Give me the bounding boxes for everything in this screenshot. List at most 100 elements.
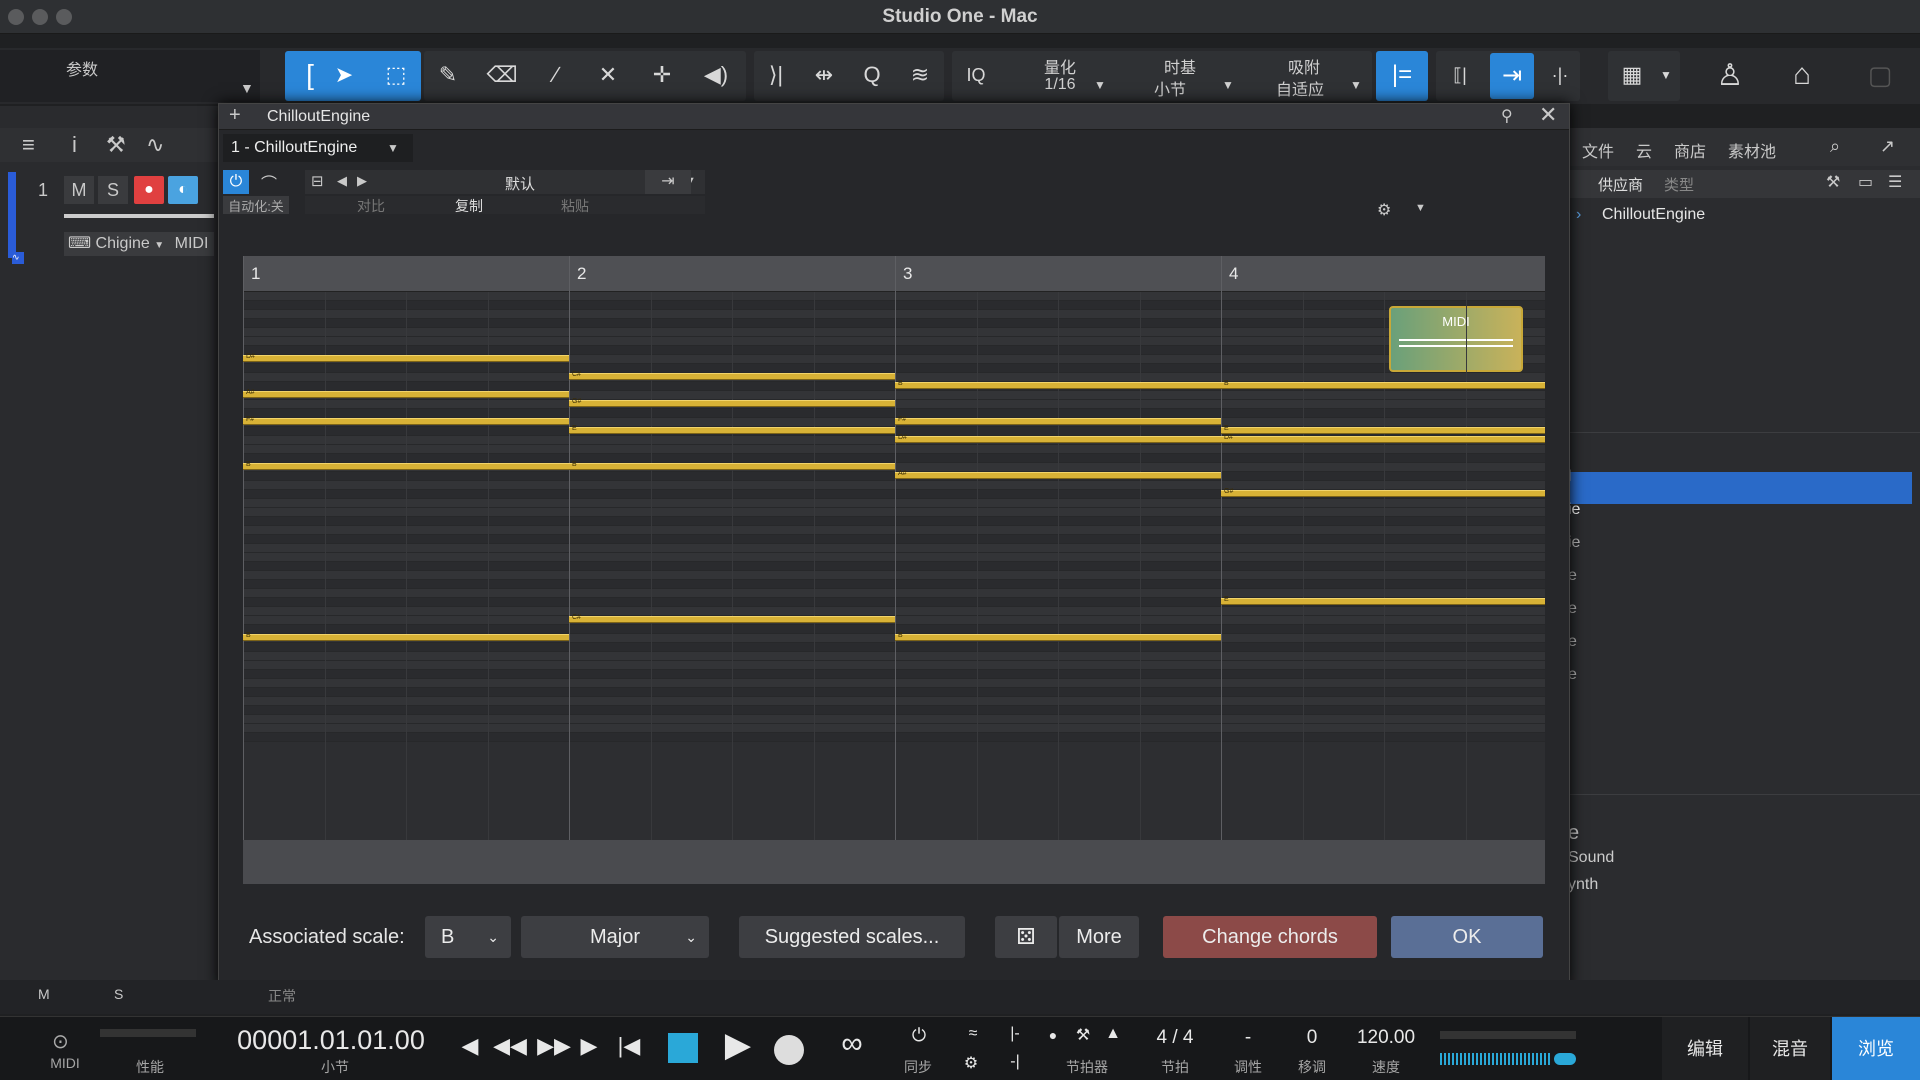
midi-drag-button[interactable]: MIDI xyxy=(1389,306,1523,372)
view-left-icon[interactable]: ⟦| xyxy=(1440,52,1480,98)
output-toggle[interactable] xyxy=(1554,1053,1576,1065)
chord-grid[interactable]: 1 2 3 4 MIDI D# A# F# B B C# G# E B C# B F# D# A# B B E D# G#… xyxy=(243,256,1545,840)
chord-note[interactable]: A# xyxy=(895,470,1221,479)
close-icon[interactable]: ✕ xyxy=(1539,102,1557,128)
edit-button[interactable]: 编辑 xyxy=(1662,1017,1748,1080)
listen-tool-icon[interactable]: ◀) xyxy=(696,52,736,98)
scale-root-select[interactable]: B ⌄ xyxy=(425,916,511,958)
record-arm-button[interactable]: ● xyxy=(134,176,164,204)
chord-note[interactable]: F# xyxy=(895,416,1221,425)
chord-note[interactable]: D# xyxy=(1221,434,1545,443)
add-icon[interactable]: + xyxy=(229,104,241,127)
chord-note[interactable]: G# xyxy=(569,398,895,407)
rewind-start-icon[interactable]: ◀ xyxy=(456,1033,484,1059)
dice-icon[interactable]: ⚄ xyxy=(995,916,1057,958)
monitor-button[interactable]: ◐ xyxy=(168,176,198,204)
paint-tool-icon[interactable]: ∕ xyxy=(536,52,576,98)
solo-button[interactable]: S xyxy=(98,176,128,204)
browser-selected-item[interactable]: ChilloutEngine xyxy=(1602,206,1705,224)
forward-icon[interactable]: ▶ xyxy=(576,1033,602,1059)
gear-icon[interactable]: ⚙ xyxy=(1377,200,1407,219)
snap-mode-button[interactable]: |= xyxy=(1376,51,1428,101)
key-value[interactable]: - xyxy=(1224,1027,1272,1049)
chord-note[interactable]: B xyxy=(243,632,569,641)
suggested-scales-button[interactable]: Suggested scales... xyxy=(739,916,965,958)
sync-icon[interactable]: ⏻ xyxy=(906,1025,932,1046)
quantize-tool-icon[interactable]: Q xyxy=(852,52,892,98)
split-tool-icon[interactable]: ✛ xyxy=(642,52,682,98)
mix-button[interactable]: 混音 xyxy=(1750,1017,1830,1080)
send-to-track-icon[interactable]: ⇥ xyxy=(645,170,691,194)
chord-note[interactable]: G# xyxy=(1221,488,1545,497)
tab-files[interactable]: 文件 xyxy=(1582,138,1614,162)
time-display[interactable]: 00001.01.01.00 xyxy=(220,1025,442,1056)
quantize-value[interactable]: 1/16 xyxy=(1020,76,1100,94)
instrument-selector[interactable]: ⌨ Chigine ▼ MIDI xyxy=(64,232,214,256)
preset-save-icon[interactable]: ⊟ xyxy=(311,172,324,190)
mute-tool-icon[interactable]: ✕ xyxy=(588,52,628,98)
tab-cloud[interactable]: 云 xyxy=(1636,138,1652,162)
chevron-right-icon[interactable]: › xyxy=(1576,206,1581,224)
mode-label[interactable]: 正常 xyxy=(268,986,296,1006)
preset-name[interactable]: 默认 xyxy=(505,173,535,194)
browser-list-item[interactable]: Sound xyxy=(1568,849,1614,867)
sort-type[interactable]: 类型 xyxy=(1664,174,1694,195)
chevron-down-icon[interactable]: ▼ xyxy=(1654,52,1678,98)
tempo-value[interactable]: 120.00 xyxy=(1346,1027,1426,1049)
return-zero-icon[interactable]: |◀ xyxy=(614,1033,644,1059)
chevron-down-icon[interactable]: ▼ xyxy=(1415,202,1426,214)
menu-icon[interactable]: ≡ xyxy=(22,132,35,158)
mute-label[interactable]: M xyxy=(38,986,50,1002)
tab-store[interactable]: 商店 xyxy=(1674,138,1706,162)
wrench-icon[interactable]: ⚒ xyxy=(1070,1025,1096,1045)
search-icon[interactable]: ⌕ xyxy=(1830,136,1840,157)
paste-button[interactable]: 粘贴 xyxy=(561,196,589,216)
chord-note[interactable]: B xyxy=(243,461,569,470)
ok-button[interactable]: OK xyxy=(1391,916,1543,958)
volume-slider[interactable] xyxy=(64,214,214,218)
browser-highlight-row[interactable] xyxy=(1568,472,1912,504)
solo-label[interactable]: S xyxy=(114,986,123,1002)
arrow-tool-icon[interactable]: ➤ xyxy=(324,52,364,98)
chevron-down-icon[interactable]: ▼ xyxy=(1222,78,1234,92)
metronome-dot-icon[interactable]: ● xyxy=(1040,1027,1066,1043)
chord-note[interactable]: B xyxy=(1221,380,1545,389)
chord-note[interactable]: D# xyxy=(243,353,569,362)
split-view-icon[interactable]: ·|· xyxy=(1542,52,1578,98)
eraser-tool-icon[interactable]: ⌫ xyxy=(482,52,522,98)
tab-pool[interactable]: 素材池 xyxy=(1728,138,1776,162)
chevron-down-icon[interactable]: ▼ xyxy=(1094,78,1106,92)
power-icon[interactable]: ⏻ xyxy=(223,170,249,194)
scale-mode-select[interactable]: Major ⌄ xyxy=(521,916,709,958)
instance-selector[interactable]: 1 - ChilloutEngine ▼ xyxy=(223,134,413,162)
expand-icon[interactable]: ↗ xyxy=(1880,136,1895,157)
mute-button[interactable]: M xyxy=(64,176,94,204)
chord-note[interactable]: D# xyxy=(895,434,1221,443)
play-icon[interactable]: ▶ xyxy=(718,1025,758,1065)
chevron-down-icon[interactable]: ▼ xyxy=(1350,78,1362,92)
transpose-value[interactable]: 0 xyxy=(1288,1027,1336,1049)
metronome-icon[interactable]: ▲ xyxy=(1100,1025,1126,1043)
chord-note[interactable]: A# xyxy=(243,389,569,398)
copy-button[interactable]: 复制 xyxy=(455,196,483,216)
pencil-tool-icon[interactable]: ✎ xyxy=(428,52,468,98)
gear-icon[interactable]: ⚙ xyxy=(956,1053,986,1073)
list-icon[interactable]: ☰ xyxy=(1888,172,1902,192)
chord-note[interactable]: F# xyxy=(243,416,569,425)
change-chords-button[interactable]: Change chords xyxy=(1163,916,1377,958)
fast-forward-icon[interactable]: ▶▶ xyxy=(536,1033,572,1059)
timebase-value[interactable]: 小节 xyxy=(1130,76,1210,100)
wrench-icon[interactable]: ⚒ xyxy=(106,132,126,158)
snap-value[interactable]: 自适应 xyxy=(1260,76,1340,100)
chord-note[interactable]: E xyxy=(1221,596,1545,605)
loop-range-icon[interactable]: -| xyxy=(1000,1053,1030,1071)
window-icon[interactable]: ▭ xyxy=(1858,172,1873,192)
previous-preset-icon[interactable]: ◀ xyxy=(337,173,347,189)
chord-note[interactable]: C# xyxy=(569,614,895,623)
loop-icon[interactable]: ∞ xyxy=(824,1027,880,1061)
compare-button[interactable]: 对比 xyxy=(357,196,385,216)
document-icon[interactable]: ▢ xyxy=(1858,52,1902,98)
chord-note[interactable]: E xyxy=(1221,425,1545,434)
automation-icon[interactable]: ∿ xyxy=(146,132,164,158)
params-panel[interactable]: 参数 ▼ xyxy=(0,50,260,102)
